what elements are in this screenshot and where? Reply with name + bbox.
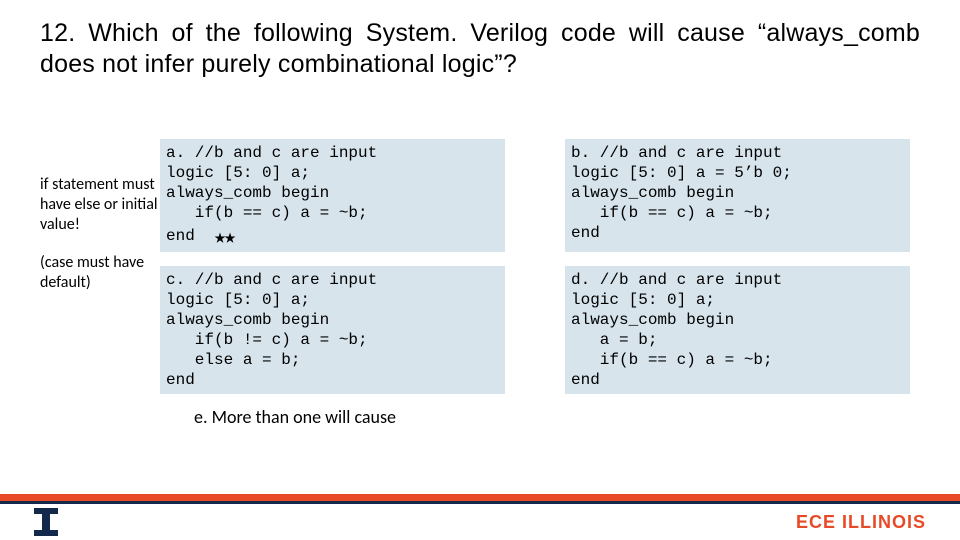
illinois-logo-icon bbox=[34, 508, 58, 536]
option-a: a. //b and c are input logic [5: 0] a; a… bbox=[160, 139, 505, 252]
footer: ECE ILLINOIS bbox=[0, 494, 960, 540]
side-note: if statement must have else or initial v… bbox=[40, 139, 160, 394]
question-text: 12. Which of the following System. Veril… bbox=[40, 18, 920, 81]
footer-stripe-orange bbox=[0, 494, 960, 501]
option-c: c. //b and c are input logic [5: 0] a; a… bbox=[160, 266, 505, 394]
star-icon: ★★ bbox=[214, 227, 234, 250]
option-a-code: a. //b and c are input logic [5: 0] a; a… bbox=[166, 144, 377, 245]
sidenote-line-2: (case must have default) bbox=[40, 253, 160, 293]
ece-illinois-label: ECE ILLINOIS bbox=[796, 512, 926, 533]
sidenote-line-1: if statement must have else or initial v… bbox=[40, 175, 160, 235]
options-grid: a. //b and c are input logic [5: 0] a; a… bbox=[160, 139, 920, 394]
option-e: e. More than one will cause bbox=[194, 406, 920, 428]
option-d: d. //b and c are input logic [5: 0] a; a… bbox=[565, 266, 910, 394]
option-b: b. //b and c are input logic [5: 0] a = … bbox=[565, 139, 910, 252]
